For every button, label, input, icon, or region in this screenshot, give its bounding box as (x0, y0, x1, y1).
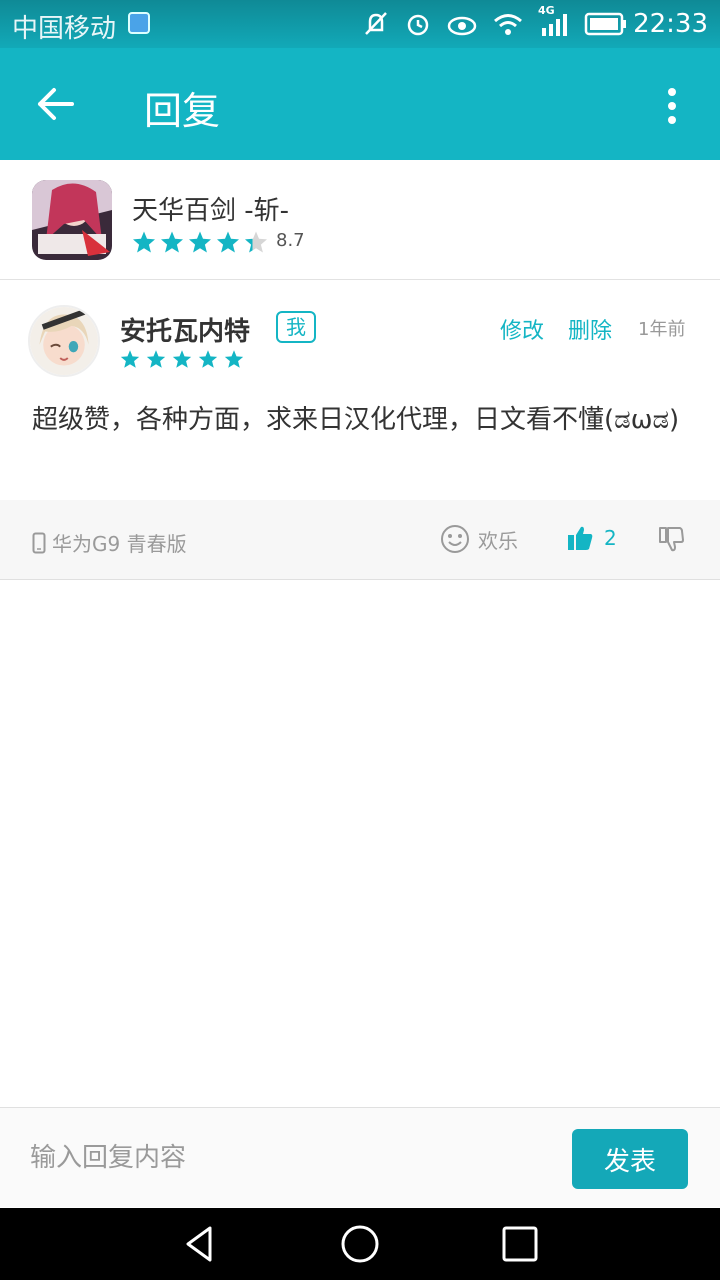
smiley-icon (441, 525, 469, 553)
review-text: 超级赞，各种方面，求来日汉化代理，日文看不懂(ಡωಡ) (32, 405, 680, 435)
nav-home-icon[interactable] (340, 1224, 380, 1264)
like-count: 2 (604, 526, 617, 550)
edit-button[interactable]: 修改 (500, 313, 544, 345)
star-icon (172, 350, 192, 368)
app-info-card[interactable]: 天华百剑 -斩- 8.7 (0, 160, 720, 280)
star-icon (161, 231, 183, 253)
avatar[interactable] (28, 305, 100, 377)
thumbs-down-icon[interactable] (656, 524, 686, 554)
review-time: 1年前 (638, 319, 686, 340)
back-arrow-icon[interactable] (34, 84, 78, 124)
app-name: 天华百剑 -斩- (132, 196, 290, 226)
send-button[interactable]: 发表 (572, 1129, 688, 1189)
system-nav-bar (0, 1208, 720, 1280)
star-icon (133, 231, 155, 253)
gallery-notification-icon (128, 12, 150, 34)
app-rating-stars (132, 230, 268, 254)
carrier-name: 中国移动 (12, 14, 117, 44)
review-card: 安托瓦内特 我 修改 删除 1年前 超级赞，各种方面，求来日汉化代理，日文看不懂… (0, 281, 720, 499)
me-badge: 我 (276, 311, 316, 343)
mood-tag: 欢乐 (440, 524, 518, 554)
like-button[interactable]: 2 (566, 524, 617, 552)
reviewer-name: 安托瓦内特 (120, 317, 251, 347)
review-rating-stars (120, 349, 244, 369)
nav-back-icon[interactable] (180, 1224, 220, 1264)
star-icon (120, 350, 140, 368)
reply-bar: 发表 (0, 1107, 720, 1207)
review-footer: 华为G9 青春版 欢乐 2 (0, 500, 720, 580)
more-options-icon[interactable] (660, 86, 684, 126)
mood-label: 欢乐 (478, 528, 518, 553)
nav-recents-icon[interactable] (500, 1224, 540, 1264)
delete-button[interactable]: 删除 (568, 313, 612, 345)
mute-icon (365, 12, 387, 35)
signal-icon: 4G (538, 4, 570, 38)
star-icon (245, 231, 267, 253)
reply-input[interactable] (30, 1136, 530, 1180)
status-icons: 4G (362, 4, 628, 40)
app-icon (32, 180, 112, 260)
clock: 22:33 (633, 9, 708, 39)
phone-icon (32, 532, 46, 553)
thumbs-up-icon (568, 526, 593, 550)
star-icon (217, 231, 239, 253)
device-info: 华为G9 青春版 (32, 528, 187, 557)
app-score: 8.7 (276, 230, 305, 251)
app-bar: 回复 (0, 48, 720, 160)
star-icon (146, 350, 166, 368)
star-icon (224, 350, 244, 368)
star-icon (189, 231, 211, 253)
status-bar: 中国移动 4G 22:33 (0, 0, 720, 48)
device-name: 华为G9 青春版 (52, 532, 187, 556)
eye-comfort-icon (447, 16, 477, 36)
page-title: 回复 (144, 89, 221, 133)
star-icon (198, 350, 218, 368)
battery-icon (584, 12, 626, 36)
alarm-icon (407, 14, 429, 36)
wifi-icon (494, 14, 522, 35)
